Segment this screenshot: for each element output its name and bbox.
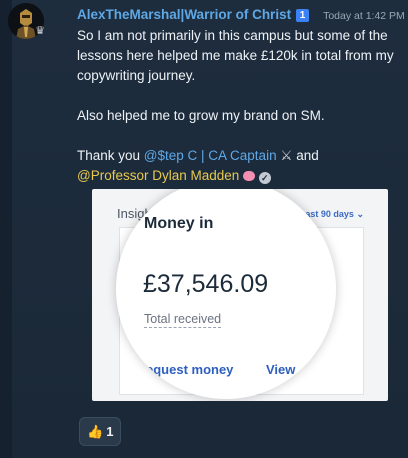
reaction-count: 1 — [106, 424, 114, 439]
view-link: View — [266, 362, 296, 377]
thanks-middle: and — [292, 148, 319, 163]
author-username[interactable]: AlexTheMarshal|Warrior of Christ — [77, 7, 291, 22]
mention-step-c[interactable]: @$tep C | CA Captain — [144, 148, 277, 163]
message-thanks: Thank you @$tep C | CA Captain ⚔ and @Pro… — [77, 146, 399, 186]
thumbs-up-icon: 👍 — [87, 424, 104, 439]
chevron-down-icon: ⌄ — [356, 209, 364, 219]
thumbs-up-reaction[interactable]: 👍 1 — [79, 417, 122, 446]
thanks-prefix: Thank you — [77, 148, 144, 163]
image-attachment[interactable]: Insights Last 90 days ⌄ Money in £37,546… — [92, 189, 388, 401]
verified-badge-icon: ✓ — [258, 172, 271, 184]
money-amount: £37,546.09 — [143, 270, 269, 298]
chat-view: ♛ AlexTheMarshal|Warrior of Christ 1 Today… — [0, 0, 408, 458]
left-rail — [0, 0, 12, 458]
request-money-link: equest money — [146, 362, 234, 377]
total-received-caption: Total received — [144, 312, 222, 328]
crossed-swords-icon: ⚔ — [280, 148, 293, 163]
brain-icon — [243, 171, 256, 181]
message-paragraph-1: So I am not primarily in this campus but… — [77, 28, 394, 83]
message-header: AlexTheMarshal|Warrior of Christ 1 Today a… — [77, 6, 405, 24]
message-paragraph-2: Also helped me to grow my brand on SM. — [77, 108, 325, 123]
money-in-title: Money in — [144, 215, 214, 232]
message-timestamp: Today at 1:42 PM — [323, 10, 405, 22]
magnified-money-panel: Money in £37,546.09 Total received eques… — [116, 189, 336, 399]
message-body: So I am not primarily in this campus but… — [77, 26, 399, 186]
rank-badge: 1 — [296, 9, 310, 22]
mention-professor-dylan[interactable]: @Professor Dylan Madden — [77, 168, 239, 183]
crown-icon: ♛ — [35, 25, 45, 37]
